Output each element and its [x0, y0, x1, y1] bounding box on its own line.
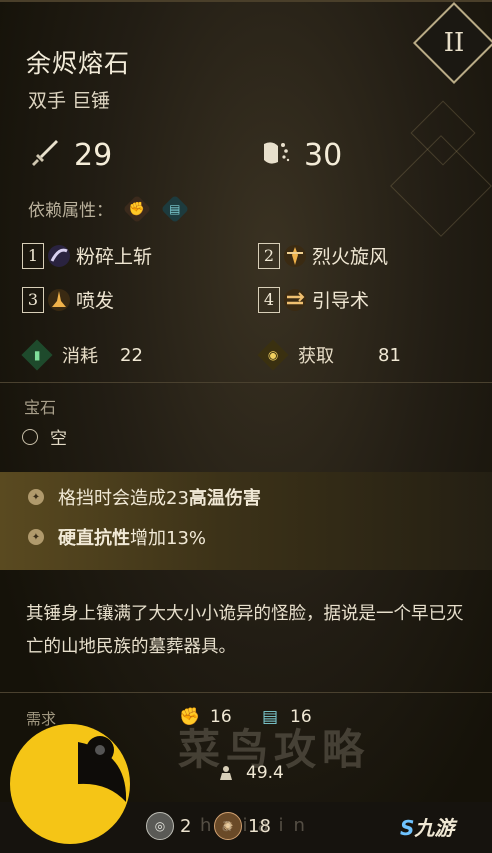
skill-label: 粉碎上斩 — [76, 246, 153, 268]
skill-2[interactable]: 2 烈火旋风 — [258, 242, 388, 269]
attack-value: 29 — [74, 137, 113, 173]
focus-consume: ▮ 消耗 22 — [21, 339, 143, 371]
focus-consume-icon: ▮ — [21, 339, 53, 371]
effect-2-highlight: 硬直抗性 — [58, 528, 130, 549]
focus-gain-value: 81 — [378, 344, 401, 366]
item-tooltip-panel: 余烬熔石 双手 巨锤 II 29 30 依赖属性： ✊ ▤ 1 粉碎上斩 2 烈… — [0, 0, 492, 853]
watermark-logo: S九游 — [400, 816, 455, 840]
silver-currency: ◎ 2 — [146, 812, 191, 840]
scaling-label: 依赖属性： — [28, 201, 113, 221]
stagger-value: 30 — [304, 137, 343, 173]
item-type: 双手 巨锤 — [28, 90, 111, 112]
silver-count: 2 — [180, 815, 192, 837]
watermark-url: haiain — [200, 815, 315, 836]
empty-slot-icon — [22, 428, 38, 445]
gem-title: 宝石 — [24, 398, 57, 417]
effect-bullet-icon: ✦ — [28, 529, 44, 545]
scaling-row: 依赖属性： ✊ ▤ — [28, 194, 190, 223]
effect-2-text: 增加13% — [130, 528, 207, 549]
skill-label: 喷发 — [76, 290, 115, 312]
effect-1-text: 格挡时会造成23 — [58, 488, 189, 509]
fire-whirl-icon — [282, 243, 308, 269]
item-description: 其锤身上镶满了大大小小诡异的怪脸，据说是一个早已灭亡的山地民族的墓葬器具。 — [26, 604, 464, 657]
effect-bullet-icon: ✦ — [28, 489, 44, 505]
shatter-fist-icon — [258, 136, 292, 174]
watermark-logo-text: 九游 — [414, 816, 455, 840]
focus-gain-label: 获取 — [298, 346, 334, 367]
skill-number: 1 — [22, 242, 44, 269]
skill-1[interactable]: 1 粉碎上斩 — [22, 242, 152, 269]
stagger-stat: 30 — [258, 136, 342, 174]
skill-number: 3 — [22, 286, 44, 313]
divider — [0, 692, 492, 693]
gem-slot[interactable]: 空 — [22, 424, 67, 449]
item-name: 余烬熔石 — [26, 49, 131, 78]
skill-label: 引导术 — [312, 290, 370, 312]
divider — [0, 382, 492, 383]
watermark-text: 菜鸟攻略 — [178, 725, 371, 774]
intelligence-book-icon[interactable]: ▤ — [160, 194, 190, 223]
upgrade-level: II — [443, 28, 465, 58]
skill-label: 烈火旋风 — [312, 246, 389, 268]
eruption-icon — [46, 287, 72, 313]
silver-coin-icon: ◎ — [146, 812, 174, 840]
decorative-diamond — [390, 135, 492, 237]
skill-4[interactable]: 4 引导术 — [258, 286, 369, 313]
attack-stat: 29 — [28, 136, 112, 174]
effect-line-2: ✦ 硬直抗性 增加13% — [28, 524, 206, 550]
eye-icon: ◉ — [257, 339, 289, 371]
strength-arm-icon[interactable]: ✊ — [122, 194, 152, 223]
conduit-icon — [282, 287, 308, 313]
skill-3[interactable]: 3 喷发 — [22, 286, 114, 313]
watermark-bird-logo — [8, 722, 132, 846]
focus-gain: ◉ 获取 81 — [257, 339, 401, 371]
focus-consume-value: 22 — [120, 344, 143, 366]
sword-icon — [28, 136, 62, 174]
focus-consume-label: 消耗 — [62, 346, 98, 367]
effects-panel: ✦ 格挡时会造成23 高温伤害 ✦ 硬直抗性 增加13% — [0, 472, 492, 570]
effect-1-highlight: 高温伤害 — [188, 488, 261, 509]
gem-slot-label: 空 — [50, 429, 67, 449]
frame-top — [0, 0, 492, 2]
crush-slash-icon — [46, 243, 72, 269]
effect-line-1: ✦ 格挡时会造成23 高温伤害 — [28, 484, 261, 510]
skill-number: 2 — [258, 242, 280, 269]
skill-number: 4 — [258, 286, 280, 313]
